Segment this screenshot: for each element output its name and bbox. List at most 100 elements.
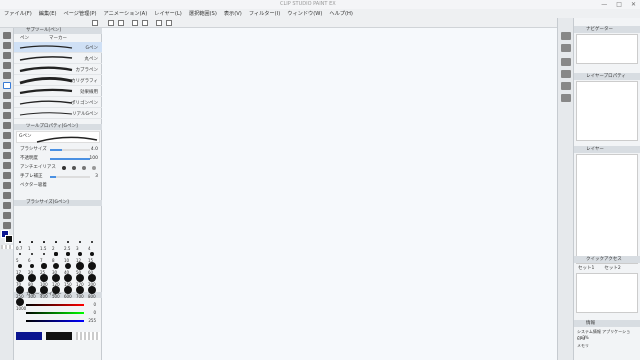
menu-view[interactable]: 表示(V) [224, 10, 242, 17]
brush-size-dot[interactable] [55, 241, 57, 243]
save-icon[interactable] [118, 20, 124, 26]
correct-line-tool-icon[interactable] [3, 222, 11, 229]
brush-size-dot[interactable] [76, 286, 84, 294]
menu-edit[interactable]: 編集(E) [39, 10, 57, 17]
figure-tool-icon[interactable] [3, 172, 11, 179]
brush-size-dot[interactable] [16, 286, 24, 294]
prop-brush-size[interactable]: ブラシサイズ 4.0 [20, 146, 100, 154]
frame-tool-icon[interactable] [3, 182, 11, 189]
brush-size-dot[interactable] [40, 286, 48, 294]
list-item[interactable]: 丸ペン [14, 53, 102, 64]
operation-tool-icon[interactable] [3, 52, 11, 59]
list-item[interactable]: カブラペン [14, 64, 102, 75]
menu-file[interactable]: ファイル(F) [4, 10, 32, 17]
subtool-tab-marker[interactable]: マーカー [49, 35, 67, 41]
material-icon[interactable] [561, 32, 571, 40]
subtool-tab-pen[interactable]: ペン [20, 35, 29, 41]
transform-icon[interactable] [166, 20, 172, 26]
color-set-icon[interactable] [561, 44, 571, 52]
prop-antialias[interactable]: アンチエイリアス [20, 164, 100, 172]
brush-size-dot[interactable] [28, 274, 36, 282]
menu-window[interactable]: ウィンドウ(W) [287, 10, 322, 17]
brush-size-dot[interactable] [52, 274, 60, 282]
brush-size-dot[interactable] [40, 274, 48, 282]
history-icon[interactable] [561, 58, 571, 66]
brush-size-dot[interactable] [19, 241, 21, 243]
brush-size-dot[interactable] [64, 274, 72, 282]
brush-size-dot[interactable] [78, 252, 82, 256]
menu-selection[interactable]: 選択範囲(S) [189, 10, 217, 17]
brush-size-dot[interactable] [28, 286, 36, 294]
brush-size-dot[interactable] [79, 241, 81, 243]
brush-size-dot[interactable] [76, 262, 84, 270]
brush-size-dot[interactable] [29, 263, 35, 269]
menu-page[interactable]: ページ管理(P) [64, 10, 97, 17]
brush-tool-icon[interactable] [3, 102, 11, 109]
brush-size-dot[interactable] [42, 252, 46, 256]
open-icon[interactable] [108, 20, 114, 26]
blend-tool-icon[interactable] [3, 142, 11, 149]
brush-size-dot[interactable] [30, 252, 34, 256]
fill-tool-icon[interactable] [3, 152, 11, 159]
quick-tab-set1[interactable]: セット1 [578, 265, 594, 272]
prop-stabilization[interactable]: 手ブレ補正 3 [20, 173, 100, 181]
brush-size-dot[interactable] [17, 263, 23, 269]
prop-opacity[interactable]: 不透明度 100 [20, 155, 100, 163]
zoom-tool-icon[interactable] [3, 32, 11, 39]
list-item[interactable]: 効果線用 [14, 86, 102, 97]
decoration-tool-icon[interactable] [3, 122, 11, 129]
redo-icon[interactable] [142, 20, 148, 26]
brush-size-dot[interactable] [41, 263, 47, 269]
list-item[interactable]: リアルGペン [14, 108, 102, 119]
menu-help[interactable]: ヘルプ(H) [329, 10, 353, 17]
minimize-button[interactable]: — [601, 1, 607, 8]
transparent-color-swatch[interactable] [1, 245, 13, 249]
brush-size-dot[interactable] [18, 252, 22, 256]
gradient-tool-icon[interactable] [3, 162, 11, 169]
brush-size-dot[interactable] [16, 298, 24, 306]
close-button[interactable]: ✕ [631, 1, 636, 8]
brush-size-dot[interactable] [52, 262, 59, 269]
sub-view-icon[interactable] [561, 82, 571, 90]
menu-layer[interactable]: レイヤー(L) [154, 10, 182, 17]
eyedropper-tool-icon[interactable] [3, 72, 11, 79]
brush-size-dot[interactable] [64, 262, 72, 270]
balloon-tool-icon[interactable] [3, 212, 11, 219]
undo-icon[interactable] [132, 20, 138, 26]
brush-size-dot[interactable] [16, 274, 24, 282]
prop-vector-snap[interactable]: ベクター吸着 [20, 182, 100, 190]
brush-size-dot[interactable] [88, 274, 96, 282]
sub-color-swatch[interactable] [5, 235, 13, 243]
brush-size-dot[interactable] [43, 241, 45, 243]
pen-tool-icon[interactable] [3, 82, 11, 89]
quick-tab-set2[interactable]: セット2 [604, 265, 620, 272]
brush-size-dot[interactable] [54, 252, 58, 256]
brush-size-dot[interactable] [88, 262, 96, 270]
list-item[interactable]: カリグラフィ [14, 75, 102, 86]
ruler-tool-icon[interactable] [3, 192, 11, 199]
menu-animation[interactable]: アニメーション(A) [104, 10, 148, 17]
auto-action-icon[interactable] [561, 70, 571, 78]
text-tool-icon[interactable] [3, 202, 11, 209]
brush-size-dot[interactable] [66, 252, 70, 256]
move-tool-icon[interactable] [3, 42, 11, 49]
brush-size-dot[interactable] [89, 251, 95, 257]
new-file-icon[interactable] [92, 20, 98, 26]
list-item[interactable]: Gペン [14, 42, 102, 53]
brush-size-dot[interactable] [88, 286, 96, 294]
brush-size-dot[interactable] [64, 286, 72, 294]
airbrush-tool-icon[interactable] [3, 112, 11, 119]
brush-size-dot[interactable] [67, 241, 69, 243]
maximize-button[interactable]: □ [616, 1, 622, 8]
pencil-tool-icon[interactable] [3, 92, 11, 99]
brush-size-dot[interactable] [52, 286, 60, 294]
selection-tool-icon[interactable] [3, 62, 11, 69]
brush-size-dot[interactable] [90, 240, 94, 244]
canvas-area[interactable] [102, 28, 557, 360]
brush-size-dot[interactable] [76, 274, 84, 282]
brush-size-dot[interactable] [31, 241, 33, 243]
list-item[interactable]: ポリゴンペン [14, 97, 102, 108]
menu-filter[interactable]: フィルター(I) [249, 10, 280, 17]
clear-icon[interactable] [156, 20, 162, 26]
eraser-tool-icon[interactable] [3, 132, 11, 139]
